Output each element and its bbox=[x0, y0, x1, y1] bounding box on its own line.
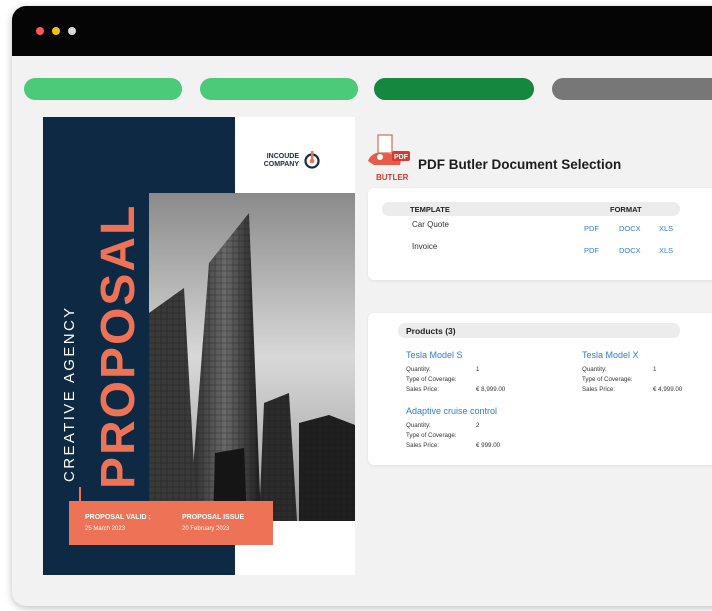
products-heading: Products (3) bbox=[406, 326, 456, 336]
products-card: Products (3) Tesla Model S Quantity: 1 T… bbox=[368, 313, 712, 465]
format-docx-link[interactable]: DOCX bbox=[619, 246, 641, 255]
title-bar bbox=[12, 6, 712, 56]
company-name: INCOUDE COMPANY bbox=[255, 153, 299, 169]
price-label: Sales Price: bbox=[582, 386, 616, 393]
price-value: € 999.00 bbox=[476, 442, 501, 449]
price-value: € 4,999.00 bbox=[653, 386, 683, 393]
template-name: Invoice bbox=[412, 242, 438, 251]
quantity-value: 1 bbox=[653, 366, 657, 373]
logo-badge-text: PDF bbox=[394, 154, 409, 161]
quantity-label: Quantity: bbox=[406, 422, 431, 429]
proposal-dates-box: PROPOSAL VALID : 25 March 2023 PROPOSAL … bbox=[69, 501, 273, 545]
close-window-dot[interactable] bbox=[36, 27, 44, 35]
maximize-window-dot[interactable] bbox=[68, 27, 76, 35]
pdf-butler-logo: PDF BUTLER bbox=[358, 131, 418, 190]
format-xls-link[interactable]: XLS bbox=[659, 224, 673, 233]
coverage-label: Type of Coverage: bbox=[582, 376, 633, 383]
template-name: Car Quote bbox=[412, 220, 449, 229]
coverage-label: Type of Coverage: bbox=[406, 376, 457, 383]
progress-step-2[interactable] bbox=[200, 78, 358, 100]
template-column-header: TEMPLATE bbox=[410, 205, 450, 214]
building-photo bbox=[149, 193, 355, 521]
logo-wordmark: BUTLER bbox=[376, 173, 409, 182]
issue-label: PROPOSAL ISSUE bbox=[182, 514, 245, 521]
minimize-window-dot[interactable] bbox=[52, 27, 60, 35]
company-line-1: INCOUDE bbox=[266, 153, 299, 160]
progress-step-4[interactable] bbox=[552, 78, 712, 100]
product-name-link[interactable]: Adaptive cruise control bbox=[406, 406, 497, 416]
product-name-link[interactable]: Tesla Model S bbox=[406, 350, 463, 360]
company-logo-icon bbox=[304, 151, 320, 169]
price-value: € 8,999.00 bbox=[476, 386, 506, 393]
proposal-cover: CREATIVE AGENCY PROPOSAL INCOUDE COMPANY… bbox=[43, 117, 355, 575]
progress-step-3[interactable] bbox=[374, 78, 534, 100]
price-label: Sales Price: bbox=[406, 386, 440, 393]
quantity-value: 1 bbox=[476, 366, 480, 373]
issue-date: 20 February 2023 bbox=[182, 526, 230, 532]
product-name-link[interactable]: Tesla Model X bbox=[582, 350, 639, 360]
format-xls-link[interactable]: XLS bbox=[659, 246, 673, 255]
panel-title: PDF Butler Document Selection bbox=[418, 157, 622, 172]
company-line-2: COMPANY bbox=[263, 161, 299, 168]
quantity-value: 2 bbox=[476, 422, 480, 429]
price-label: Sales Price: bbox=[406, 442, 440, 449]
format-pdf-link[interactable]: PDF bbox=[584, 246, 599, 255]
coverage-label: Type of Coverage: bbox=[406, 432, 457, 439]
quantity-label: Quantity: bbox=[582, 366, 607, 373]
format-column-header: FORMAT bbox=[610, 205, 642, 214]
valid-date: 25 March 2023 bbox=[85, 526, 126, 532]
progress-step-1[interactable] bbox=[24, 78, 182, 100]
format-pdf-link[interactable]: PDF bbox=[584, 224, 599, 233]
proposal-title: PROPOSAL bbox=[92, 203, 145, 489]
format-docx-link[interactable]: DOCX bbox=[619, 224, 641, 233]
valid-label: PROPOSAL VALID : bbox=[85, 514, 151, 521]
creative-agency-text: CREATIVE AGENCY bbox=[61, 305, 78, 482]
quantity-label: Quantity: bbox=[406, 366, 431, 373]
template-card: TEMPLATE FORMAT Car Quote PDF DOCX XLS I… bbox=[368, 188, 712, 280]
